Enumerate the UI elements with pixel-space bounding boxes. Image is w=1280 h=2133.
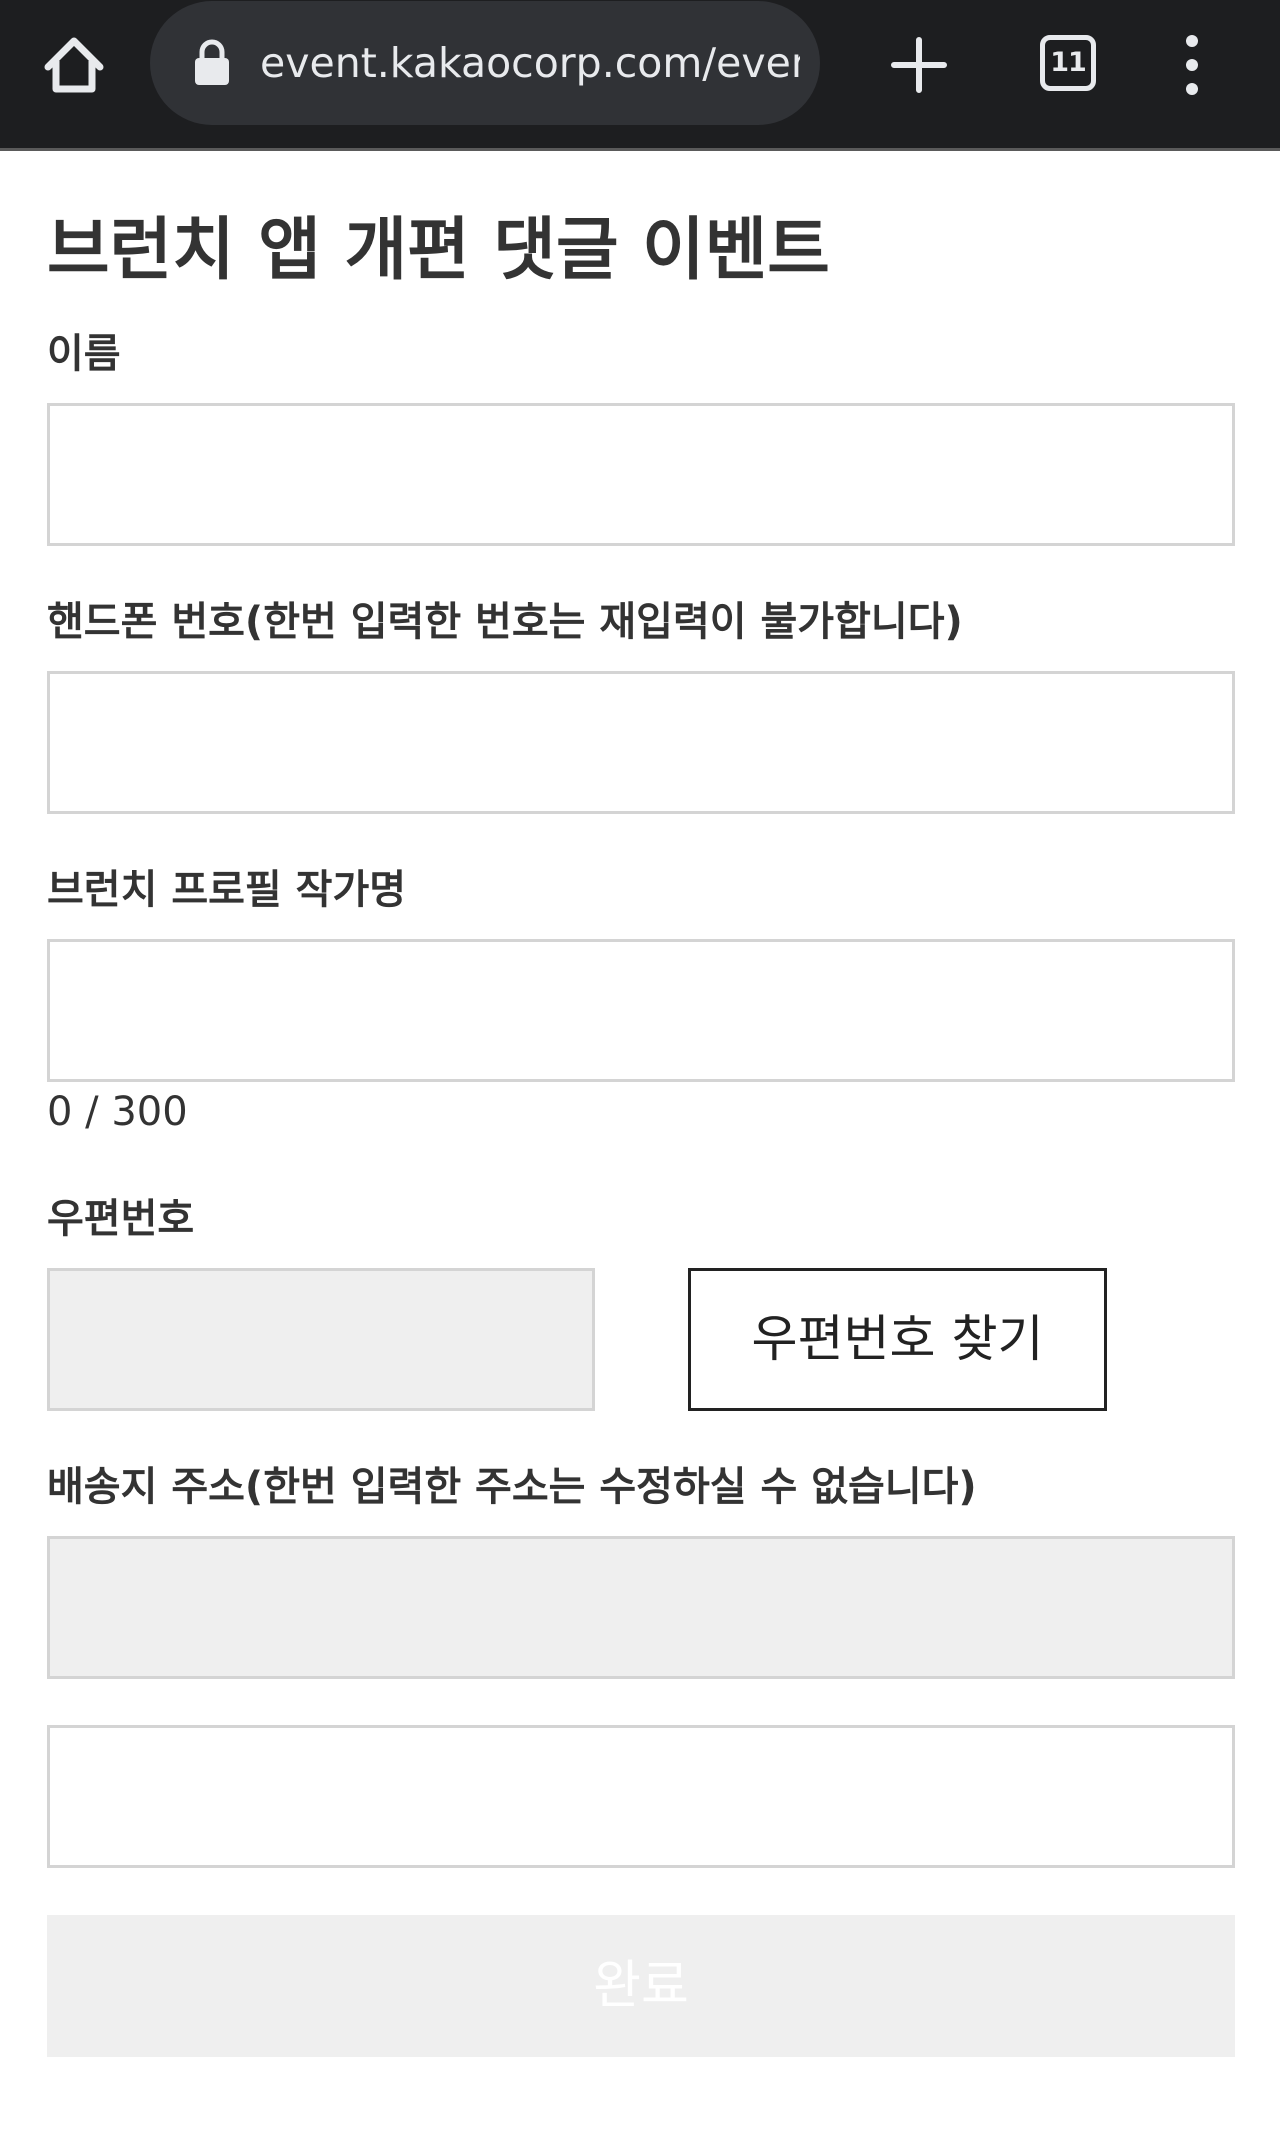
address-detail-input[interactable] [47,1725,1235,1868]
tab-switcher-icon[interactable]: 11 [1040,35,1096,91]
tab-count: 11 [1050,47,1087,78]
address-bar[interactable]: event.kakaocorp.com/even [150,1,820,125]
name-input[interactable] [47,403,1235,546]
postal-code-label: 우편번호 [47,1196,195,1242]
phone-label: 핸드폰 번호(한번 입력한 번호는 재입력이 불가합니다) [47,599,963,645]
lock-icon [192,39,232,87]
page-title: 브런치 앱 개편 댓글 이벤트 [47,211,830,290]
submit-button[interactable]: 완료 [47,1915,1235,2057]
author-name-input[interactable] [47,939,1235,1082]
author-name-label: 브런치 프로필 작가명 [47,867,407,913]
browser-toolbar: event.kakaocorp.com/even 11 [0,0,1280,151]
phone-input[interactable] [47,671,1235,814]
address-input[interactable] [47,1536,1235,1679]
postal-code-search-button[interactable]: 우편번호 찾기 [688,1268,1107,1411]
overflow-menu-icon[interactable] [1180,33,1204,97]
character-counter: 0 / 300 [47,1089,188,1135]
postal-code-input[interactable] [47,1268,595,1411]
url-text: event.kakaocorp.com/even [260,39,800,87]
home-icon[interactable] [40,31,108,99]
new-tab-plus-icon[interactable] [890,36,948,94]
name-label: 이름 [47,331,121,377]
address-label: 배송지 주소(한번 입력한 주소는 수정하실 수 없습니다) [47,1464,977,1510]
